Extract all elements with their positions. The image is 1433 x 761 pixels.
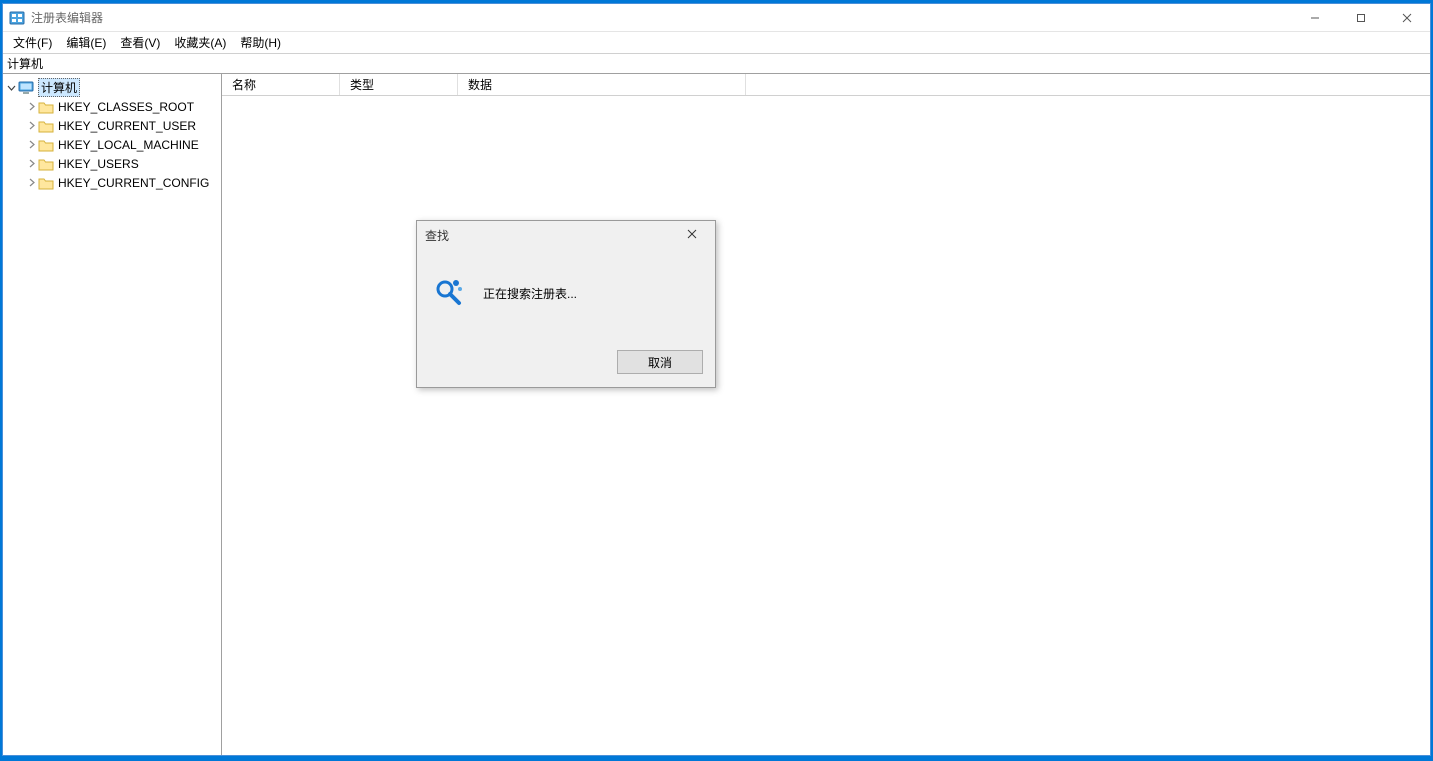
tree-node-label: HKEY_CURRENT_CONFIG	[58, 176, 209, 190]
tree-node-hkcu[interactable]: HKEY_CURRENT_USER	[19, 116, 221, 135]
registry-editor-window: 注册表编辑器 文件(F) 编辑(E) 查看(V) 收藏夹(A) 帮助(H) 计算…	[2, 3, 1431, 756]
dialog-footer: 取消	[417, 337, 715, 387]
col-header-type[interactable]: 类型	[340, 74, 458, 95]
tree-node-label: HKEY_CURRENT_USER	[58, 119, 196, 133]
expand-icon[interactable]	[5, 83, 17, 92]
list-body[interactable]	[222, 96, 1430, 755]
menu-help[interactable]: 帮助(H)	[240, 34, 281, 51]
addressbar[interactable]: 计算机	[3, 54, 1430, 74]
dialog-body: 正在搜索注册表...	[417, 249, 715, 337]
expand-icon[interactable]	[25, 159, 37, 168]
folder-icon	[38, 157, 54, 171]
tree-node-label: HKEY_CLASSES_ROOT	[58, 100, 194, 114]
menu-favorites[interactable]: 收藏夹(A)	[174, 34, 226, 51]
tree-node-hku[interactable]: HKEY_USERS	[19, 154, 221, 173]
expand-icon[interactable]	[25, 102, 37, 111]
main-area: 计算机 HKEY_CLASSES_ROOT HKEY_CURRENT_USER	[3, 74, 1430, 755]
tree-node-label: HKEY_LOCAL_MACHINE	[58, 138, 199, 152]
dialog-close-button[interactable]	[677, 228, 707, 242]
list-pane: 名称 类型 数据	[222, 74, 1430, 755]
dialog-status-text: 正在搜索注册表...	[483, 285, 577, 302]
titlebar: 注册表编辑器	[3, 4, 1430, 32]
folder-icon	[38, 138, 54, 152]
folder-icon	[38, 119, 54, 133]
expand-icon[interactable]	[25, 178, 37, 187]
menu-file[interactable]: 文件(F)	[13, 34, 52, 51]
tree-node-hklm[interactable]: HKEY_LOCAL_MACHINE	[19, 135, 221, 154]
regedit-icon	[9, 10, 25, 26]
tree-node-hkcr[interactable]: HKEY_CLASSES_ROOT	[19, 97, 221, 116]
menubar: 文件(F) 编辑(E) 查看(V) 收藏夹(A) 帮助(H)	[3, 32, 1430, 54]
tree-node-label: HKEY_USERS	[58, 157, 139, 171]
folder-icon	[38, 100, 54, 114]
expand-icon[interactable]	[25, 121, 37, 130]
tree-node-hkcc[interactable]: HKEY_CURRENT_CONFIG	[19, 173, 221, 192]
window-controls	[1292, 4, 1430, 31]
close-button[interactable]	[1384, 4, 1430, 31]
expand-icon[interactable]	[25, 140, 37, 149]
computer-icon	[18, 81, 34, 95]
address-path: 计算机	[7, 55, 43, 72]
menu-view[interactable]: 查看(V)	[120, 34, 160, 51]
col-header-data[interactable]: 数据	[458, 74, 746, 95]
tree-root-label: 计算机	[38, 78, 80, 97]
cancel-button[interactable]: 取消	[617, 350, 703, 374]
folder-icon	[38, 176, 54, 190]
find-dialog: 查找 正在搜索注册表... 取消	[416, 220, 716, 388]
dialog-title: 查找	[425, 227, 677, 244]
list-header: 名称 类型 数据	[222, 74, 1430, 96]
search-animation-icon	[433, 277, 465, 309]
minimize-button[interactable]	[1292, 4, 1338, 31]
col-header-name[interactable]: 名称	[222, 74, 340, 95]
maximize-button[interactable]	[1338, 4, 1384, 31]
window-title: 注册表编辑器	[31, 9, 103, 26]
tree-pane[interactable]: 计算机 HKEY_CLASSES_ROOT HKEY_CURRENT_USER	[3, 74, 222, 755]
tree-root[interactable]: 计算机	[3, 78, 221, 97]
dialog-titlebar[interactable]: 查找	[417, 221, 715, 249]
menu-edit[interactable]: 编辑(E)	[66, 34, 106, 51]
